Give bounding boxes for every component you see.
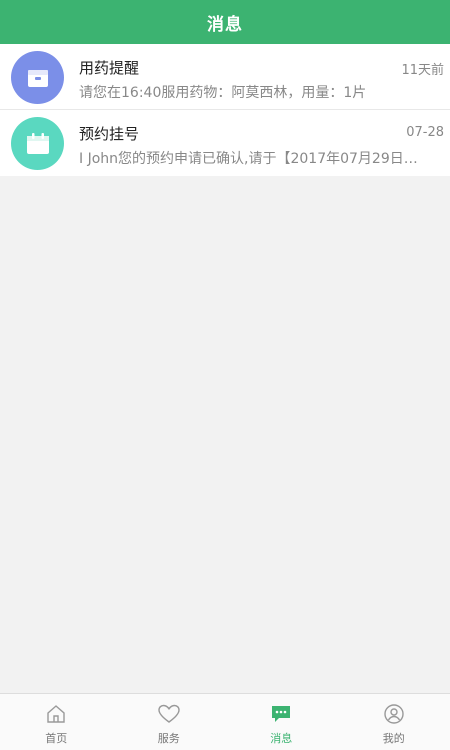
tab-label: 首页: [45, 732, 68, 745]
medicine-box-icon: [27, 69, 48, 87]
message-preview: I John您的预约申请已确认,请于【2017年07月29日…: [79, 151, 418, 167]
medication-avatar: [11, 51, 64, 104]
tab-service[interactable]: 服务: [113, 694, 226, 750]
page-title: 消息: [207, 14, 243, 35]
tab-label: 服务: [157, 732, 180, 745]
tab-profile[interactable]: 我的: [338, 694, 450, 750]
message-icon: [272, 706, 291, 722]
app-header: 消息: [0, 0, 450, 44]
profile-icon: [384, 704, 404, 724]
appointment-avatar: [11, 117, 64, 170]
message-preview: 请您在16:40服用药物：阿莫西林，用量：1片: [79, 85, 367, 101]
message-title: 预约挂号: [79, 125, 140, 143]
bottom-tab-bar: 首页 服务 消息 我的: [0, 693, 450, 750]
calendar-icon: [26, 132, 49, 154]
message-list: 用药提醒 11天前 请您在16:40服用药物：阿莫西林，用量：1片 预约挂号 0…: [0, 44, 450, 176]
home-icon: [47, 705, 65, 723]
message-title: 用药提醒: [79, 59, 140, 77]
tab-label: 消息: [270, 732, 293, 745]
tab-messages[interactable]: 消息: [225, 694, 338, 750]
message-time: 07-28: [406, 125, 444, 140]
tab-label: 我的: [382, 732, 405, 745]
heart-icon: [158, 704, 180, 723]
tab-home[interactable]: 首页: [0, 694, 113, 750]
message-item-medication[interactable]: 用药提醒 11天前 请您在16:40服用药物：阿莫西林，用量：1片: [0, 44, 450, 110]
message-item-appointment[interactable]: 预约挂号 07-28 I John您的预约申请已确认,请于【2017年07月29…: [0, 110, 450, 176]
message-time: 11天前: [401, 63, 444, 78]
